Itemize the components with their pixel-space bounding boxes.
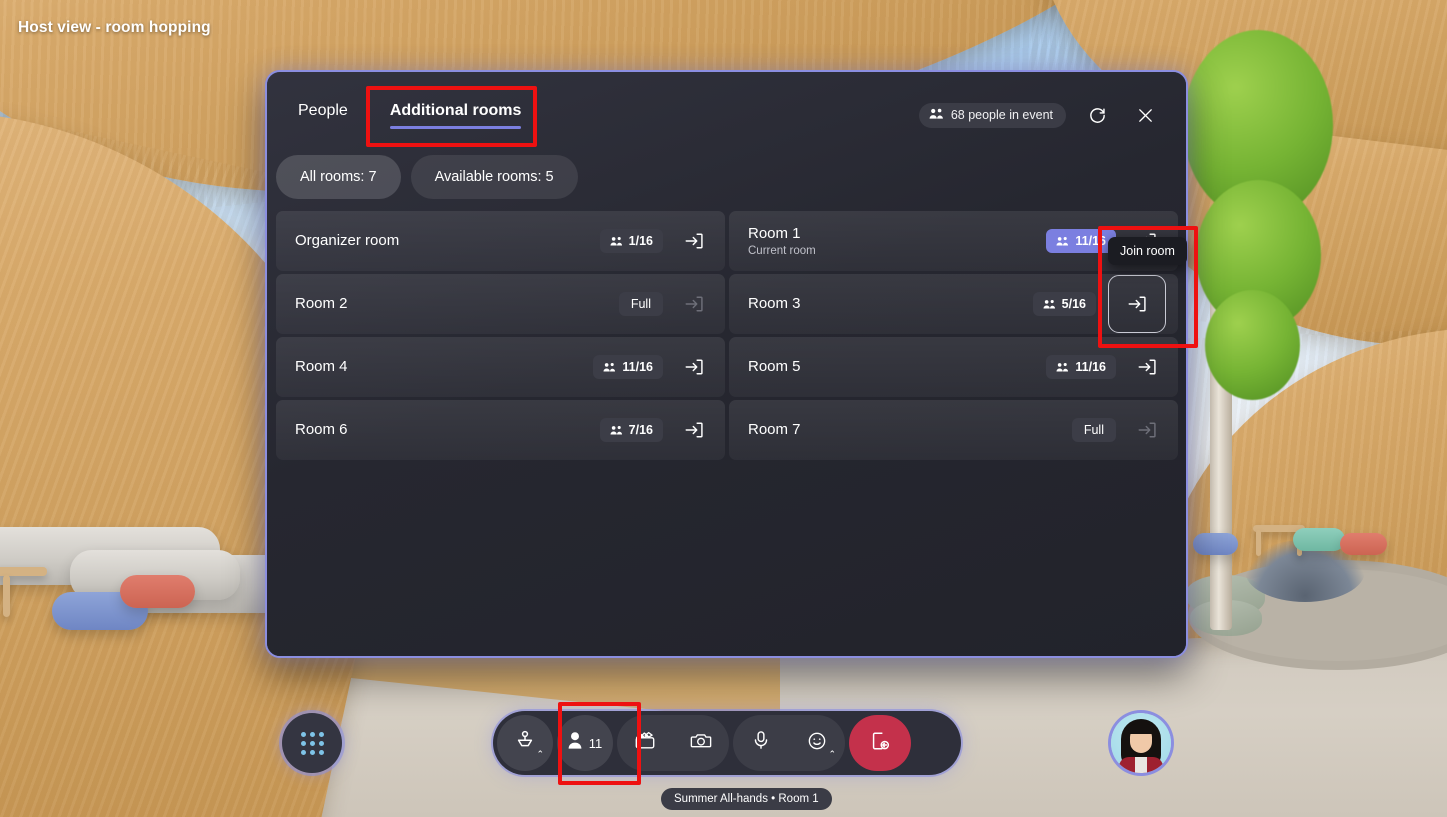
chevron-up-icon: ⌃ bbox=[828, 749, 836, 759]
room-name: Room 6 bbox=[295, 421, 348, 439]
room-row[interactable]: Room 6 7/16 bbox=[276, 400, 725, 460]
join-room-button bbox=[1128, 411, 1166, 449]
room-name: Room 4 bbox=[295, 358, 348, 376]
room-name: Room 3 bbox=[748, 295, 801, 313]
room-row[interactable]: Organizer room 1/16 bbox=[276, 211, 725, 271]
room-name: Room 2 bbox=[295, 295, 348, 313]
camera-icon bbox=[690, 731, 712, 755]
refresh-icon[interactable] bbox=[1080, 98, 1114, 132]
tree-foliage bbox=[1205, 290, 1300, 400]
panel-tabs: People Additional rooms bbox=[298, 102, 521, 129]
leave-room-button[interactable] bbox=[849, 715, 911, 771]
join-room-button[interactable] bbox=[675, 348, 713, 386]
emoji-smile-icon bbox=[807, 731, 827, 756]
clapperboard-icon bbox=[634, 731, 656, 755]
room-capacity-badge: 7/16 bbox=[599, 418, 663, 442]
people-button[interactable]: 11 bbox=[557, 715, 613, 771]
chevron-up-icon: ⌃ bbox=[536, 749, 544, 759]
blue-pouf bbox=[1193, 533, 1238, 555]
people-group-icon bbox=[603, 362, 616, 373]
close-icon[interactable] bbox=[1128, 98, 1162, 132]
tab-people[interactable]: People bbox=[298, 102, 348, 129]
room-full-badge: Full bbox=[1071, 418, 1116, 442]
join-room-button bbox=[675, 285, 713, 323]
microphone-icon bbox=[752, 730, 770, 756]
enter-arrow-icon bbox=[684, 294, 704, 314]
people-group-icon bbox=[610, 425, 623, 436]
enter-arrow-icon bbox=[684, 420, 704, 440]
room-row[interactable]: Room 4 11/16 bbox=[276, 337, 725, 397]
enter-arrow-icon bbox=[1127, 294, 1147, 314]
clips-button[interactable] bbox=[617, 715, 673, 771]
enter-arrow-icon bbox=[1137, 420, 1157, 440]
people-group-icon bbox=[610, 236, 623, 247]
mic-button[interactable] bbox=[733, 715, 789, 771]
room-badge-text: 7/16 bbox=[628, 423, 653, 437]
room-list: Organizer room 1/16 Room 1 Current room 11/1… bbox=[276, 211, 1178, 460]
reactions-button[interactable]: ⌃ bbox=[789, 715, 845, 771]
room-badge-text: 11/16 bbox=[1075, 360, 1106, 374]
filter-all-rooms[interactable]: All rooms: 7 bbox=[276, 155, 401, 199]
room-capacity-badge: 5/16 bbox=[1032, 292, 1096, 316]
people-group-icon bbox=[1043, 299, 1056, 310]
room-badge-text: 11/16 bbox=[1075, 234, 1106, 248]
avatar-shirt bbox=[1135, 757, 1147, 773]
teal-pouf bbox=[1293, 528, 1345, 551]
self-avatar[interactable] bbox=[1111, 713, 1171, 773]
join-room-button[interactable] bbox=[675, 222, 713, 260]
room-badge-text: Full bbox=[630, 297, 651, 311]
table-leg bbox=[1256, 530, 1261, 556]
room-capacity-badge: 11/16 bbox=[1046, 355, 1116, 379]
people-count: 11 bbox=[588, 735, 603, 751]
room-filter-pills: All rooms: 7 Available rooms: 5 bbox=[276, 155, 578, 199]
red-pouf bbox=[1340, 533, 1387, 555]
room-subtitle: Current room bbox=[748, 244, 816, 257]
people-in-event-chip: 68 people in event bbox=[918, 102, 1066, 128]
person-icon bbox=[568, 731, 585, 755]
filter-available-rooms[interactable]: Available rooms: 5 bbox=[410, 155, 578, 199]
apps-grid-icon bbox=[300, 731, 324, 755]
room-capacity-badge: 1/16 bbox=[599, 229, 663, 253]
camera-button[interactable] bbox=[673, 715, 729, 771]
room-badge-text: Full bbox=[1083, 423, 1104, 437]
room-name: Organizer room bbox=[295, 232, 400, 250]
room-full-badge: Full bbox=[618, 292, 663, 316]
join-room-button[interactable] bbox=[1128, 348, 1166, 386]
avatar-stage-button[interactable]: ⌃ bbox=[497, 715, 553, 771]
room-badge-text: 5/16 bbox=[1061, 297, 1086, 311]
room-row[interactable]: Room 5 11/16 bbox=[729, 337, 1178, 397]
enter-arrow-icon bbox=[684, 357, 704, 377]
room-capacity-badge: 11/16 bbox=[1046, 229, 1116, 253]
people-group-icon bbox=[929, 108, 944, 123]
host-view-label: Host view - room hopping bbox=[18, 19, 211, 36]
people-group-icon bbox=[1056, 236, 1069, 247]
join-room-button[interactable] bbox=[1108, 275, 1166, 333]
apps-launcher-button[interactable] bbox=[282, 713, 342, 773]
join-room-button[interactable] bbox=[675, 411, 713, 449]
avatar-bangs bbox=[1128, 724, 1154, 734]
room-row[interactable]: Room 2 Full bbox=[276, 274, 725, 334]
red-pouf bbox=[120, 575, 195, 608]
people-in-event-text: 68 people in event bbox=[950, 108, 1053, 122]
enter-arrow-icon bbox=[684, 231, 704, 251]
table-leg bbox=[3, 575, 10, 617]
room-badge-text: 1/16 bbox=[628, 234, 653, 248]
people-group-icon bbox=[1056, 362, 1069, 373]
room-capacity-badge: 11/16 bbox=[593, 355, 663, 379]
room-row[interactable]: Room 7 Full bbox=[729, 400, 1178, 460]
panel-header-actions: 68 people in event bbox=[918, 98, 1162, 132]
room-name: Room 7 bbox=[748, 421, 801, 439]
current-event-room-chip: Summer All-hands • Room 1 bbox=[661, 788, 832, 810]
avatar-stage-icon bbox=[515, 730, 535, 757]
room-name: Room 1 bbox=[748, 225, 801, 243]
meeting-toolbar: ⌃ 11 ⌃ bbox=[493, 711, 961, 775]
enter-arrow-icon bbox=[1137, 357, 1157, 377]
tab-additional-rooms[interactable]: Additional rooms bbox=[389, 102, 521, 129]
join-room-tooltip: Join room bbox=[1108, 237, 1187, 265]
leave-room-icon bbox=[869, 730, 891, 757]
room-row[interactable]: Room 3 5/16 bbox=[729, 274, 1178, 334]
room-name: Room 5 bbox=[748, 358, 801, 376]
room-badge-text: 11/16 bbox=[622, 360, 653, 374]
